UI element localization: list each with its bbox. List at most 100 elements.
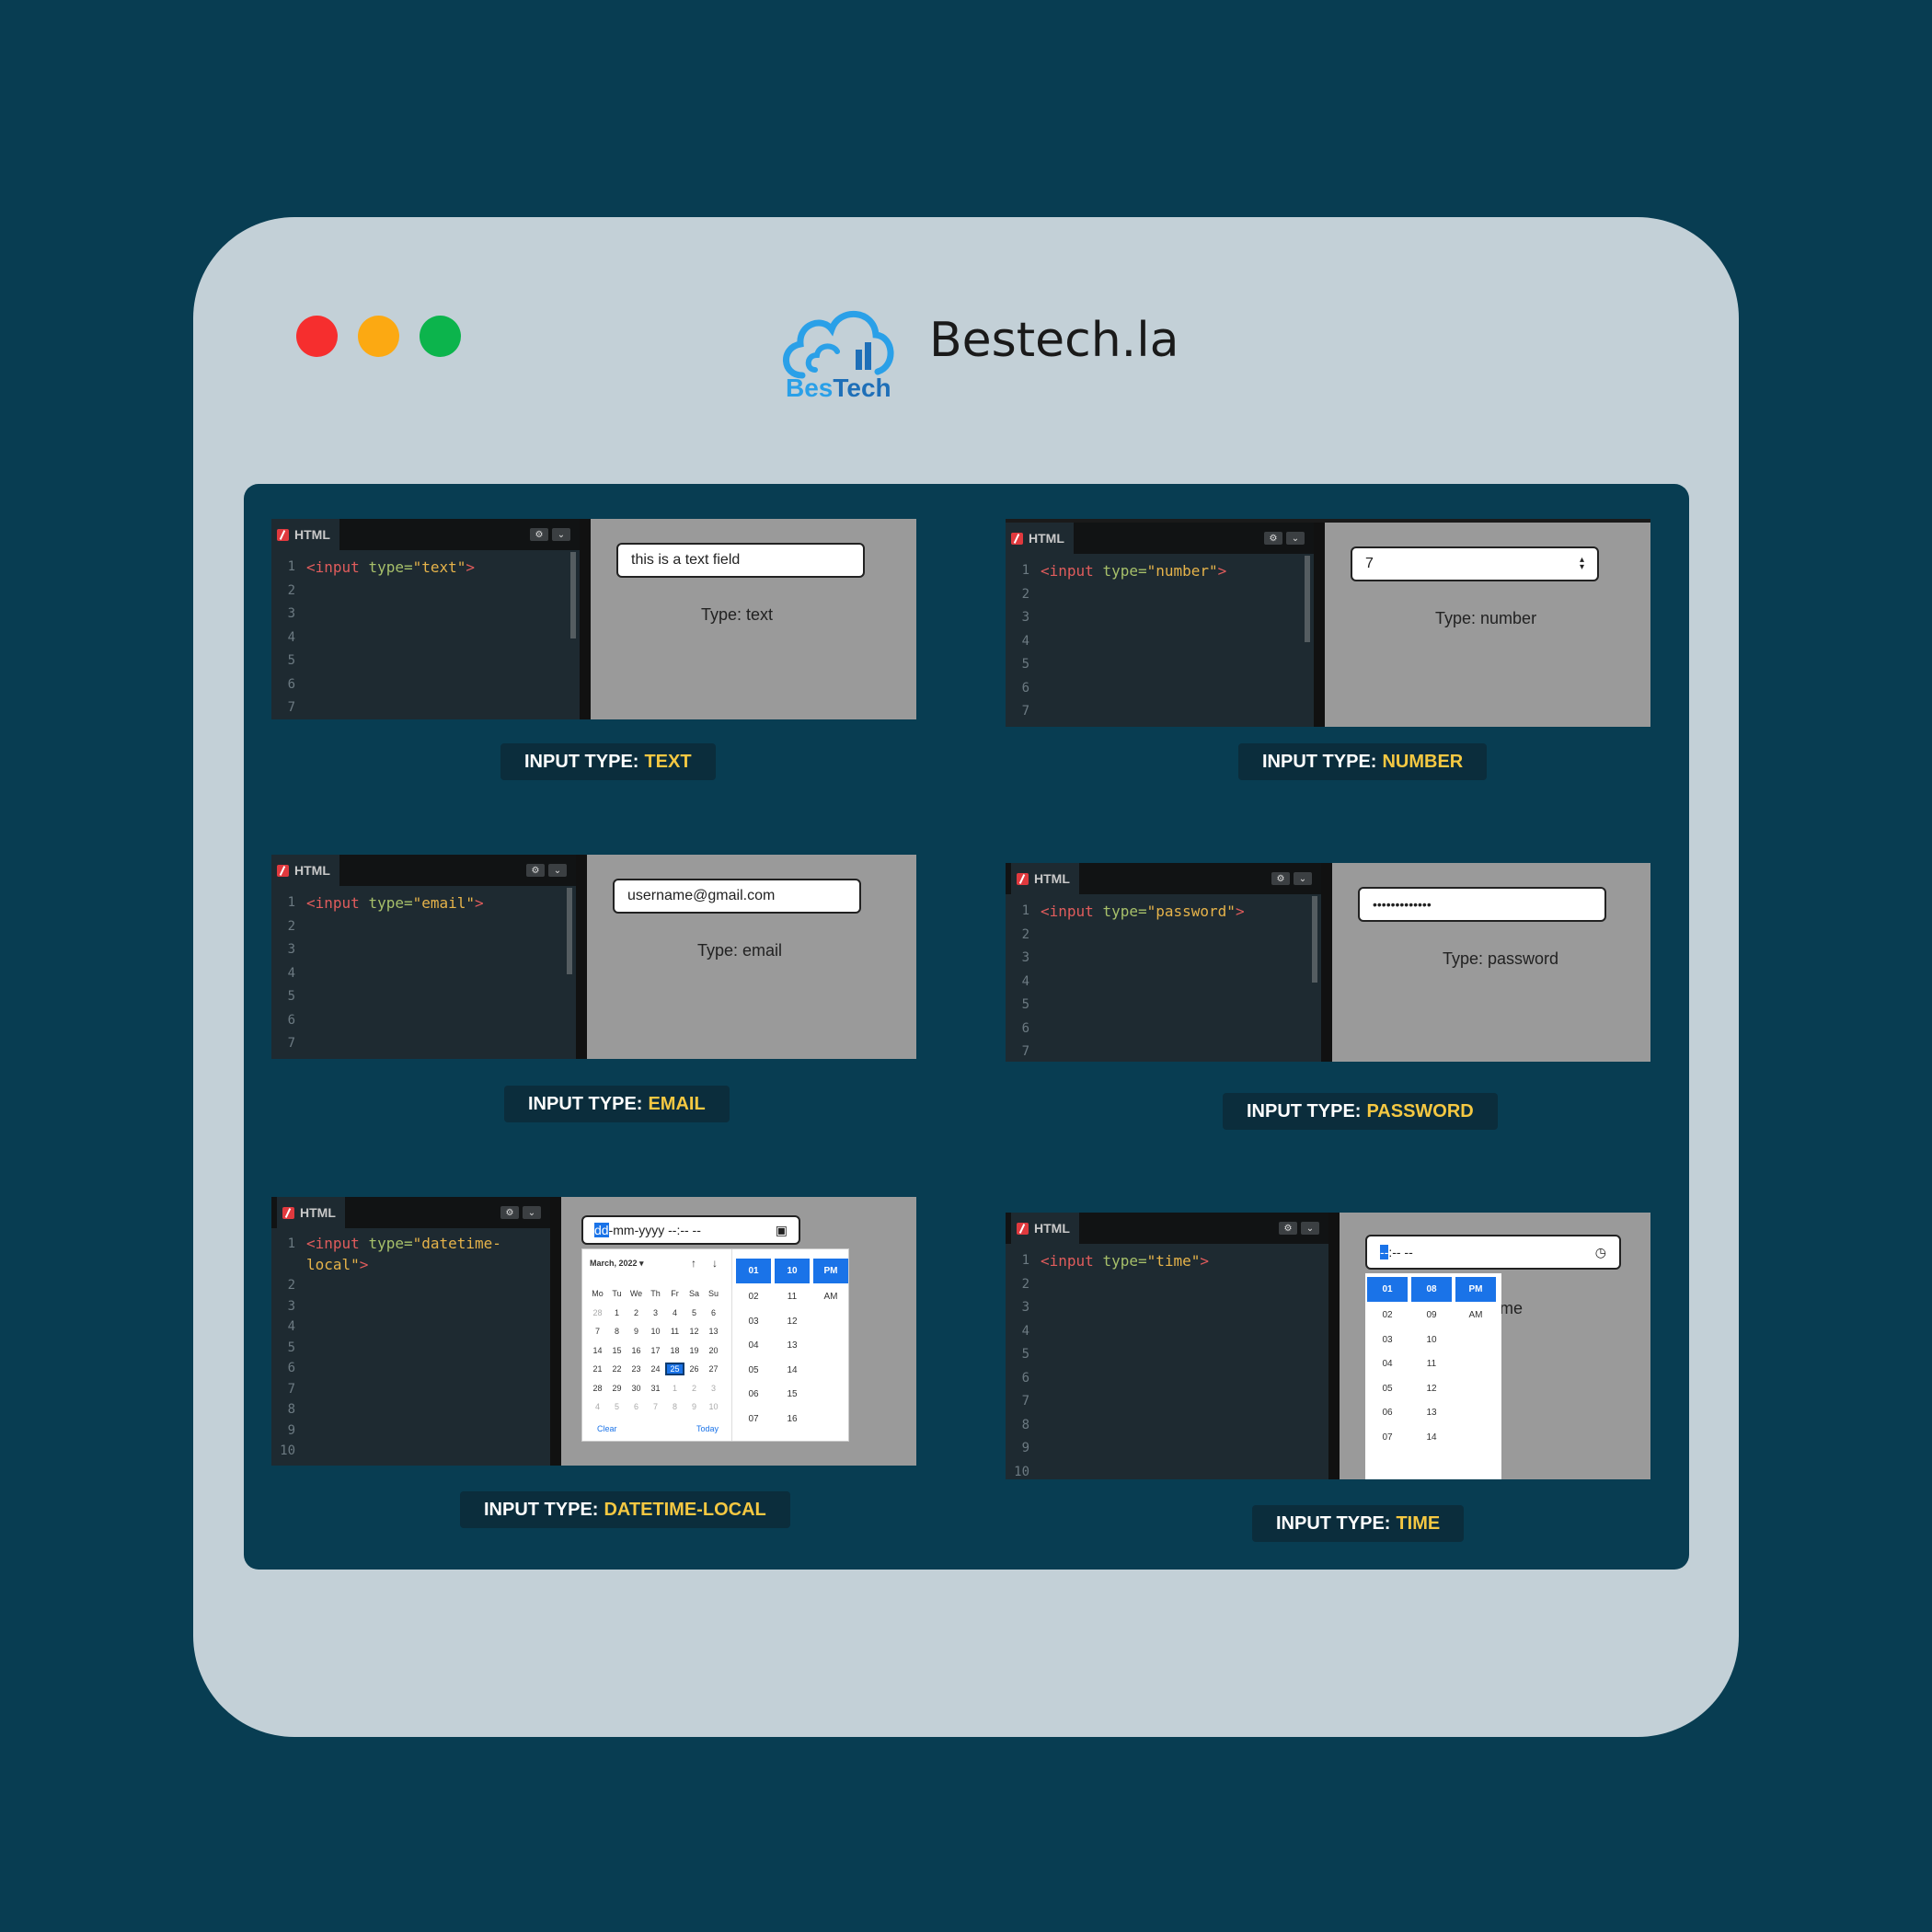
minute-option[interactable]: 16 bbox=[773, 1407, 811, 1432]
calendar-day[interactable]: 4 bbox=[665, 1308, 684, 1317]
calendar-day[interactable]: 17 bbox=[646, 1346, 665, 1355]
calendar-day[interactable]: 10 bbox=[704, 1402, 723, 1411]
calendar-day[interactable]: 6 bbox=[704, 1308, 723, 1317]
minute-option[interactable]: 12 bbox=[1409, 1376, 1454, 1401]
calendar-day[interactable]: 10 bbox=[646, 1327, 665, 1336]
calendar-day[interactable]: 12 bbox=[684, 1327, 704, 1336]
calendar-day[interactable]: 26 bbox=[684, 1364, 704, 1374]
gear-icon[interactable]: ⚙ bbox=[526, 864, 545, 877]
code-line[interactable]: <input type="time"> bbox=[1041, 1249, 1209, 1273]
minute-option[interactable]: 14 bbox=[773, 1358, 811, 1383]
calendar-day[interactable]: 7 bbox=[588, 1327, 607, 1336]
hour-option[interactable]: 01 bbox=[1367, 1277, 1408, 1302]
calendar-day[interactable]: 29 bbox=[607, 1384, 627, 1393]
number-input[interactable]: 7 ▴ ▾ bbox=[1351, 546, 1599, 581]
day-segment[interactable]: dd bbox=[594, 1223, 609, 1237]
hour-option[interactable]: 07 bbox=[734, 1407, 773, 1432]
gear-icon[interactable]: ⚙ bbox=[1264, 532, 1282, 545]
calendar-day[interactable]: 19 bbox=[684, 1346, 704, 1355]
time-input[interactable]: --:-- -- ◷ bbox=[1365, 1235, 1621, 1270]
hour-option[interactable]: 06 bbox=[1365, 1401, 1409, 1426]
calendar-day[interactable]: 7 bbox=[646, 1402, 665, 1411]
hour-option[interactable]: 03 bbox=[1365, 1328, 1409, 1352]
calendar-day[interactable]: 11 bbox=[665, 1327, 684, 1336]
calendar-day[interactable]: 1 bbox=[665, 1384, 684, 1393]
minute-option[interactable]: 11 bbox=[773, 1285, 811, 1310]
hour-segment[interactable]: -- bbox=[1380, 1245, 1389, 1259]
datetime-input[interactable]: dd-mm-yyyy --:-- -- ▣ bbox=[581, 1215, 800, 1245]
chevron-down-icon[interactable]: ⌄ bbox=[1286, 532, 1305, 545]
chevron-down-icon[interactable]: ⌄ bbox=[548, 864, 567, 877]
calendar-day[interactable]: 9 bbox=[627, 1327, 646, 1336]
clock-icon[interactable]: ◷ bbox=[1595, 1245, 1606, 1260]
calendar-day[interactable]: 9 bbox=[684, 1402, 704, 1411]
clear-button[interactable]: Clear bbox=[597, 1424, 617, 1433]
calendar-day[interactable]: 23 bbox=[627, 1364, 646, 1374]
calendar-day[interactable]: 27 bbox=[704, 1364, 723, 1374]
hour-option[interactable]: 02 bbox=[734, 1285, 773, 1310]
close-dot[interactable] bbox=[296, 316, 338, 357]
scrollbar[interactable] bbox=[570, 552, 576, 638]
calendar-day[interactable]: 8 bbox=[607, 1327, 627, 1336]
ampm-option[interactable]: AM bbox=[811, 1285, 850, 1310]
scrollbar[interactable] bbox=[567, 888, 572, 974]
scrollbar[interactable] bbox=[1305, 556, 1310, 642]
calendar-day[interactable]: 25 bbox=[665, 1363, 684, 1376]
calendar-day[interactable]: 20 bbox=[704, 1346, 723, 1355]
html-tab[interactable]: HTML bbox=[271, 519, 339, 550]
code-line[interactable]: <input type="password"> bbox=[1041, 900, 1245, 924]
chevron-down-icon[interactable]: ⌄ bbox=[1301, 1222, 1319, 1235]
code-line[interactable]: <input type="number"> bbox=[1041, 559, 1226, 583]
calendar-day[interactable]: 2 bbox=[627, 1308, 646, 1317]
code-line[interactable]: <input type="datetime- local"> bbox=[306, 1234, 501, 1275]
password-input[interactable]: ••••••••••••• bbox=[1358, 887, 1606, 922]
hour-option[interactable]: 06 bbox=[734, 1383, 773, 1408]
calendar-day[interactable]: 22 bbox=[607, 1364, 627, 1374]
html-tab[interactable]: HTML bbox=[1006, 523, 1074, 554]
html-tab[interactable]: HTML bbox=[1011, 1213, 1079, 1244]
hour-option[interactable]: 05 bbox=[734, 1358, 773, 1383]
chevron-down-icon[interactable]: ⌄ bbox=[1294, 872, 1312, 885]
hour-option[interactable]: 04 bbox=[734, 1334, 773, 1359]
calendar-day[interactable]: 5 bbox=[684, 1308, 704, 1317]
calendar-day[interactable]: 2 bbox=[684, 1384, 704, 1393]
ampm-option[interactable]: PM bbox=[1455, 1277, 1496, 1302]
minute-option[interactable]: 11 bbox=[1409, 1352, 1454, 1377]
calendar-day[interactable]: 30 bbox=[627, 1384, 646, 1393]
spinner-icon[interactable]: ▴ ▾ bbox=[1580, 556, 1584, 572]
calendar-day[interactable]: 6 bbox=[627, 1402, 646, 1411]
minute-option[interactable]: 10 bbox=[775, 1259, 810, 1283]
chevron-down-icon[interactable]: ⌄ bbox=[552, 528, 570, 541]
ampm-option[interactable]: PM bbox=[813, 1259, 848, 1283]
calendar-day[interactable]: 13 bbox=[704, 1327, 723, 1336]
calendar-day[interactable]: 1 bbox=[607, 1308, 627, 1317]
html-tab[interactable]: HTML bbox=[271, 855, 339, 886]
month-selector[interactable]: March, 2022 ▾ bbox=[590, 1259, 644, 1269]
calendar-day[interactable]: 28 bbox=[588, 1308, 607, 1317]
calendar-day[interactable]: 14 bbox=[588, 1346, 607, 1355]
html-tab[interactable]: HTML bbox=[277, 1197, 345, 1228]
minute-option[interactable]: 08 bbox=[1411, 1277, 1452, 1302]
minimize-dot[interactable] bbox=[358, 316, 399, 357]
gear-icon[interactable]: ⚙ bbox=[1279, 1222, 1297, 1235]
calendar-day[interactable]: 18 bbox=[665, 1346, 684, 1355]
nav-up-icon[interactable]: ↑ bbox=[691, 1257, 696, 1270]
minute-option[interactable]: 12 bbox=[773, 1309, 811, 1334]
calendar-day[interactable]: 28 bbox=[588, 1384, 607, 1393]
calendar-day[interactable]: 8 bbox=[665, 1402, 684, 1411]
hour-option[interactable]: 02 bbox=[1365, 1304, 1409, 1328]
calendar-day[interactable]: 3 bbox=[704, 1384, 723, 1393]
hour-option[interactable]: 04 bbox=[1365, 1352, 1409, 1377]
calendar-day[interactable]: 16 bbox=[627, 1346, 646, 1355]
gear-icon[interactable]: ⚙ bbox=[1271, 872, 1290, 885]
text-input[interactable]: this is a text field bbox=[616, 543, 865, 578]
calendar-day[interactable]: 3 bbox=[646, 1308, 665, 1317]
calendar-day[interactable]: 24 bbox=[646, 1364, 665, 1374]
minute-option[interactable]: 09 bbox=[1409, 1304, 1454, 1328]
today-button[interactable]: Today bbox=[696, 1424, 719, 1433]
gear-icon[interactable]: ⚙ bbox=[500, 1206, 519, 1219]
scrollbar[interactable] bbox=[1312, 896, 1317, 983]
minute-option[interactable]: 14 bbox=[1409, 1425, 1454, 1450]
hour-option[interactable]: 07 bbox=[1365, 1425, 1409, 1450]
calendar-day[interactable]: 15 bbox=[607, 1346, 627, 1355]
